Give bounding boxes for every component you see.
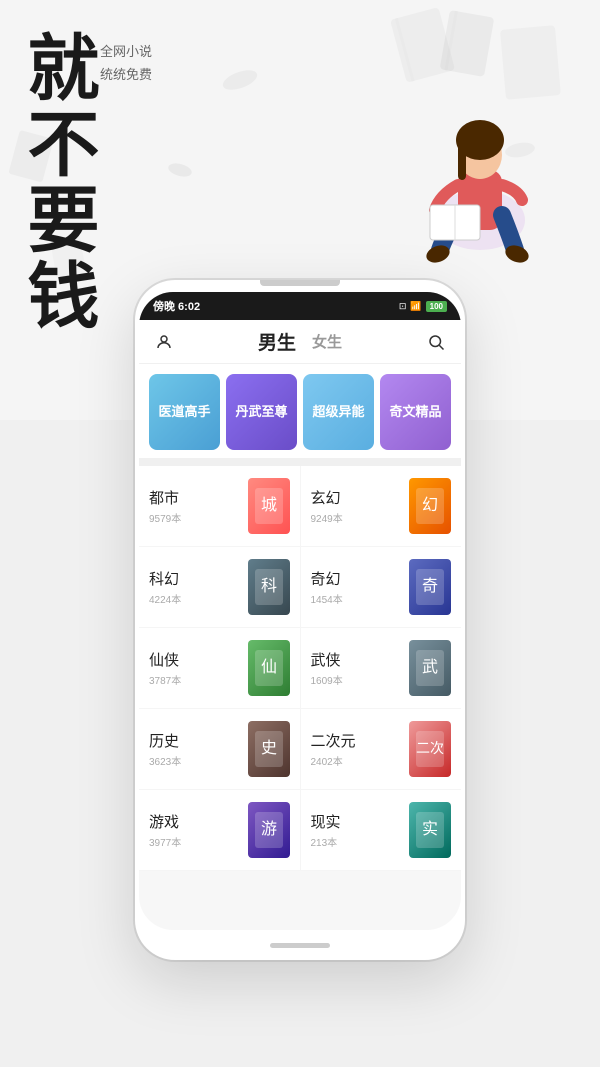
tab-female[interactable]: 女生 (312, 331, 342, 352)
category-text-kehuan: 科幻 4224本 (149, 568, 242, 606)
category-item-xianshi[interactable]: 现实 213本 实 (300, 790, 462, 870)
category-count-wuxia: 1609本 (311, 672, 404, 687)
hero-big-text: 就不要钱 (20, 30, 92, 334)
svg-text:城: 城 (260, 496, 276, 514)
category-text-wuxia: 武侠 1609本 (311, 649, 404, 687)
hero-section: 就不要钱 全网小说 统统免费 (20, 30, 152, 334)
banner-card-3[interactable]: 奇文精品 (380, 374, 451, 450)
cover-wuxia: 武 (409, 640, 451, 696)
nav-tabs: 男生 女生 (258, 328, 342, 355)
svg-text:二次: 二次 (416, 740, 444, 756)
category-count-xianxia: 3787本 (149, 672, 242, 687)
search-icon[interactable] (425, 331, 447, 353)
battery-icon: 100 (426, 301, 447, 312)
category-item-xuanhuan[interactable]: 玄幻 9249本 幻 (300, 466, 462, 546)
category-name-dushi: 都市 (149, 487, 242, 508)
phone-screen: 傍晚 6:02 ⊡ 📶 100 男生 女生 (139, 292, 461, 930)
cover-dushi: 城 (248, 478, 290, 534)
category-name-xianxia: 仙侠 (149, 649, 242, 670)
category-count-kehuan: 4224本 (149, 591, 242, 606)
banner-card-1[interactable]: 丹武至尊 (226, 374, 297, 450)
cover-youxi: 游 (248, 802, 290, 858)
hero-sub-text-2: 统统免费 (100, 63, 152, 86)
category-item-lishi[interactable]: 历史 3623本 史 (139, 709, 300, 789)
category-item-wuxia[interactable]: 武侠 1609本 武 (300, 628, 462, 708)
tab-male[interactable]: 男生 (258, 328, 296, 355)
category-row-1: 科幻 4224本 科 奇幻 1454本 (139, 547, 461, 628)
cover-qihuan: 奇 (409, 559, 451, 615)
category-count-qihuan: 1454本 (311, 591, 404, 606)
svg-text:仙: 仙 (260, 658, 276, 676)
cover-xuanhuan: 幻 (409, 478, 451, 534)
category-row-2: 仙侠 3787本 仙 武侠 1609本 (139, 628, 461, 709)
category-count-erciyuan: 2402本 (311, 753, 404, 768)
category-item-erciyuan[interactable]: 二次元 2402本 二次 (300, 709, 462, 789)
section-divider (139, 458, 461, 466)
phone-frame: 傍晚 6:02 ⊡ 📶 100 男生 女生 (135, 280, 465, 960)
category-item-dushi[interactable]: 都市 9579本 城 (139, 466, 300, 546)
category-text-xuanhuan: 玄幻 9249本 (311, 487, 404, 525)
category-row-0: 都市 9579本 城 玄幻 9249本 (139, 466, 461, 547)
user-icon[interactable] (153, 331, 175, 353)
svg-text:游: 游 (260, 820, 276, 838)
nav-bar: 男生 女生 (139, 320, 461, 364)
scroll-area[interactable]: 医道高手 丹武至尊 超级异能 奇文精品 (139, 364, 461, 930)
svg-text:科: 科 (260, 577, 276, 595)
cover-kehuan: 科 (248, 559, 290, 615)
svg-text:幻: 幻 (422, 496, 438, 514)
status-icons: ⊡ 📶 100 (399, 301, 447, 312)
screen-rotation-icon: ⊡ (399, 301, 407, 312)
category-row-4: 游戏 3977本 游 现实 213本 (139, 790, 461, 871)
svg-text:奇: 奇 (422, 577, 438, 595)
category-item-youxi[interactable]: 游戏 3977本 游 (139, 790, 300, 870)
wifi-icon: 📶 (410, 301, 421, 312)
cover-lishi: 史 (248, 721, 290, 777)
category-name-wuxia: 武侠 (311, 649, 404, 670)
category-list: 都市 9579本 城 玄幻 9249本 (139, 466, 461, 871)
svg-text:武: 武 (422, 658, 438, 676)
cover-xianshi: 实 (409, 802, 451, 858)
banner-card-2[interactable]: 超级异能 (303, 374, 374, 450)
banner-cards: 医道高手 丹武至尊 超级异能 奇文精品 (139, 364, 461, 458)
cover-xianxia: 仙 (248, 640, 290, 696)
category-text-qihuan: 奇幻 1454本 (311, 568, 404, 606)
category-count-youxi: 3977本 (149, 834, 242, 849)
svg-text:史: 史 (260, 739, 276, 757)
category-text-youxi: 游戏 3977本 (149, 811, 242, 849)
category-item-xianxia[interactable]: 仙侠 3787本 仙 (139, 628, 300, 708)
category-text-xianshi: 现实 213本 (311, 811, 404, 849)
category-name-lishi: 历史 (149, 730, 242, 751)
hero-sub-text-1: 全网小说 (100, 40, 152, 63)
status-time: 傍晚 6:02 (153, 298, 200, 314)
category-item-qihuan[interactable]: 奇幻 1454本 奇 (300, 547, 462, 627)
category-name-youxi: 游戏 (149, 811, 242, 832)
category-count-xuanhuan: 9249本 (311, 510, 404, 525)
category-name-xuanhuan: 玄幻 (311, 487, 404, 508)
banner-card-0[interactable]: 医道高手 (149, 374, 220, 450)
girl-illustration (370, 50, 570, 310)
category-name-kehuan: 科幻 (149, 568, 242, 589)
category-count-lishi: 3623本 (149, 753, 242, 768)
category-text-lishi: 历史 3623本 (149, 730, 242, 768)
category-name-erciyuan: 二次元 (311, 730, 404, 751)
category-name-xianshi: 现实 (311, 811, 404, 832)
category-text-dushi: 都市 9579本 (149, 487, 242, 525)
category-text-xianxia: 仙侠 3787本 (149, 649, 242, 687)
category-item-kehuan[interactable]: 科幻 4224本 科 (139, 547, 300, 627)
status-bar: 傍晚 6:02 ⊡ 📶 100 (139, 292, 461, 320)
svg-text:实: 实 (422, 820, 438, 838)
cover-erciyuan: 二次 (409, 721, 451, 777)
category-name-qihuan: 奇幻 (311, 568, 404, 589)
category-count-dushi: 9579本 (149, 510, 242, 525)
category-count-xianshi: 213本 (311, 834, 404, 849)
category-text-erciyuan: 二次元 2402本 (311, 730, 404, 768)
category-row-3: 历史 3623本 史 二次元 2402本 (139, 709, 461, 790)
